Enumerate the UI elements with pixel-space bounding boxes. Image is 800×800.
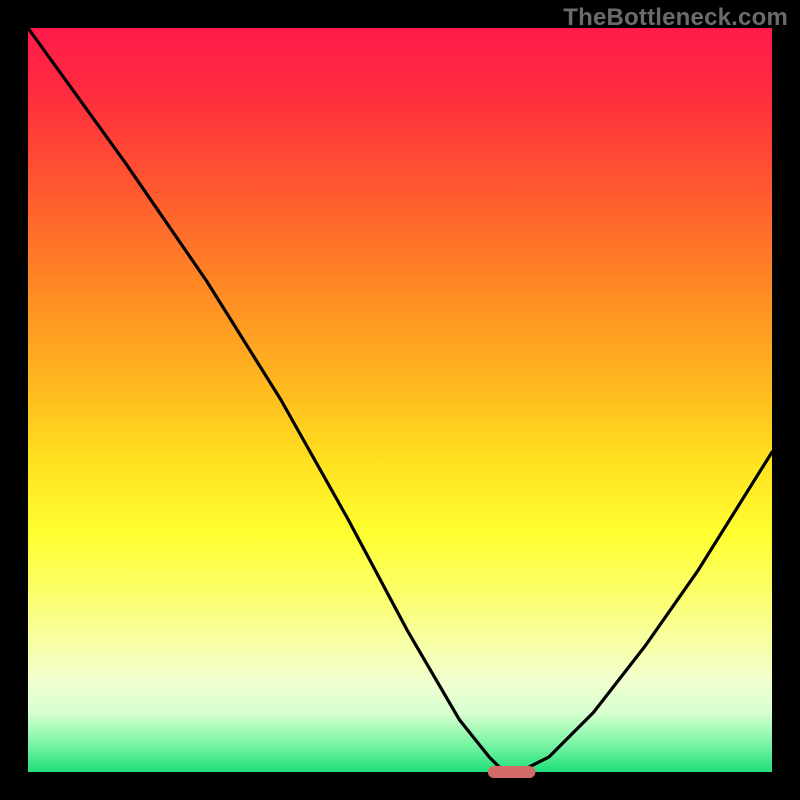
optimal-marker (488, 766, 536, 778)
chart-svg (28, 28, 772, 772)
plot-area (28, 28, 772, 772)
chart-frame: TheBottleneck.com (0, 0, 800, 800)
bottleneck-curve (28, 28, 772, 772)
